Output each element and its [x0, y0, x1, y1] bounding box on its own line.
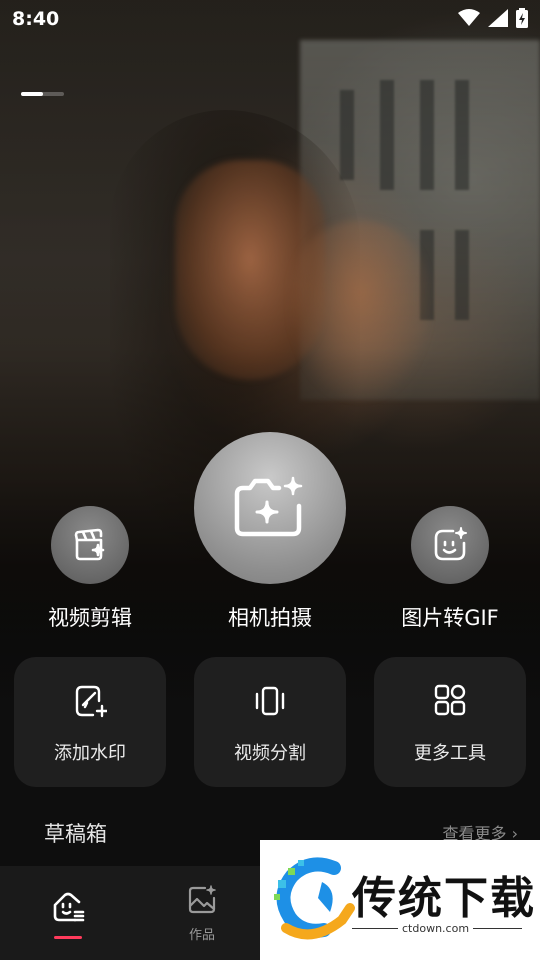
- image-to-gif-action[interactable]: 图片转GIF: [395, 506, 505, 632]
- status-icons: [458, 8, 528, 28]
- signal-icon: [488, 9, 508, 27]
- nav-item-home[interactable]: [46, 890, 90, 939]
- tool-card-add-watermark[interactable]: 添加水印: [14, 657, 166, 787]
- nav-label-works: 作品: [188, 928, 215, 943]
- tool-label: 添加水印: [54, 743, 126, 764]
- drafts-title: 草稿箱: [44, 822, 107, 846]
- site-logo-icon: [274, 857, 355, 940]
- battery-charging-icon: [516, 8, 528, 28]
- nav-active-indicator: [54, 936, 82, 939]
- video-edit-button[interactable]: [51, 506, 129, 584]
- camera-sparkle-icon: [234, 476, 303, 537]
- video-edit-label: 视频剪辑: [48, 606, 132, 630]
- watermark-url: ctdown.com: [398, 922, 474, 935]
- watermark-title: 传统下载: [352, 873, 536, 924]
- image-to-gif-button[interactable]: [411, 506, 489, 584]
- tool-label: 更多工具: [414, 743, 486, 764]
- status-bar: 8:40: [0, 0, 540, 38]
- home-face-icon: [53, 892, 85, 922]
- face-sparkle-icon: [434, 527, 467, 561]
- camera-button[interactable]: [194, 432, 346, 584]
- tool-card-more-tools[interactable]: 更多工具: [374, 657, 526, 787]
- camera-label: 相机拍摄: [228, 606, 312, 630]
- image-to-gif-label: 图片转GIF: [401, 606, 499, 630]
- wifi-icon: [458, 9, 480, 26]
- tool-card-video-split[interactable]: 视频分割: [194, 657, 346, 787]
- video-split-icon: [255, 686, 285, 716]
- camera-action[interactable]: 相机拍摄: [194, 432, 346, 632]
- tool-label: 视频分割: [234, 743, 306, 764]
- video-edit-action[interactable]: 视频剪辑: [40, 506, 140, 632]
- more-tools-icon: [434, 684, 466, 716]
- banner-indicator-active: [21, 92, 43, 96]
- status-time: 8:40: [12, 8, 60, 30]
- watermark-add-icon: [75, 685, 107, 718]
- nav-item-works[interactable]: 作品: [180, 884, 224, 943]
- clapperboard-sparkle-icon: [74, 528, 105, 561]
- banner-page-indicator: [21, 92, 64, 96]
- works-image-icon: [188, 885, 216, 914]
- site-watermark: 传统下载 ctdown.com: [260, 840, 540, 960]
